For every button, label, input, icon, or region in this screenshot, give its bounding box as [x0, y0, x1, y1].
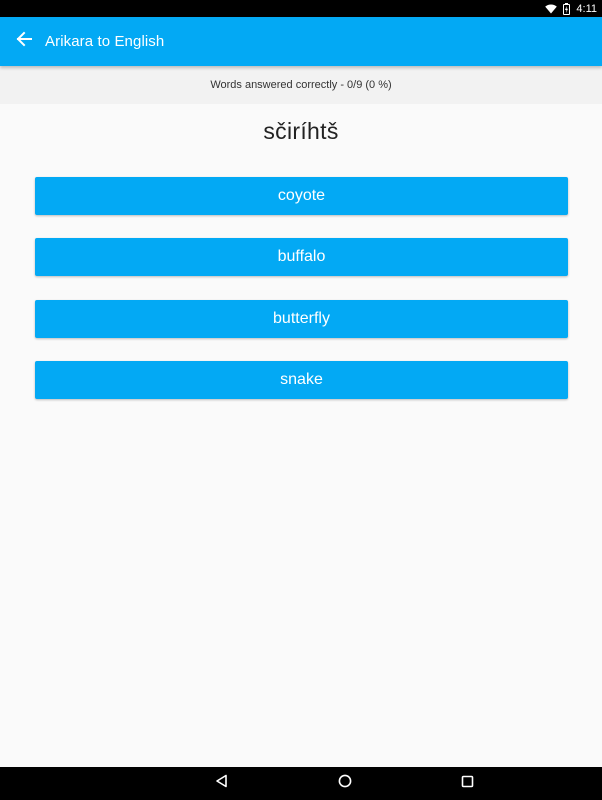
question-word: sčiríhtš: [263, 118, 339, 144]
answer-button-buffalo[interactable]: buffalo: [35, 238, 568, 276]
answer-button-butterfly[interactable]: butterfly: [35, 300, 568, 338]
answer-button-snake[interactable]: snake: [35, 361, 568, 399]
wifi-icon: [545, 3, 558, 14]
nav-home-button[interactable]: [325, 767, 365, 800]
nav-recents-button[interactable]: [447, 767, 487, 800]
battery-icon: [563, 2, 571, 15]
page-title: Arikara to English: [45, 33, 165, 50]
app-bar: Arikara to English: [0, 17, 602, 66]
score-text: Words answered correctly - 0/9 (0 %): [210, 79, 392, 91]
arrow-left-icon: [15, 30, 33, 53]
score-strip: Words answered correctly - 0/9 (0 %): [0, 66, 602, 104]
home-circle-icon: [338, 774, 352, 793]
status-bar: 4:11: [0, 0, 602, 17]
screen: 4:11 Arikara to English Words answered c…: [0, 0, 602, 800]
nav-back-button[interactable]: [202, 767, 242, 800]
back-button[interactable]: [12, 30, 36, 54]
system-nav-bar: [0, 767, 602, 800]
answer-button-coyote[interactable]: coyote: [35, 177, 568, 215]
back-triangle-icon: [215, 774, 229, 793]
status-clock: 4:11: [576, 2, 597, 15]
recents-square-icon: [461, 775, 474, 793]
